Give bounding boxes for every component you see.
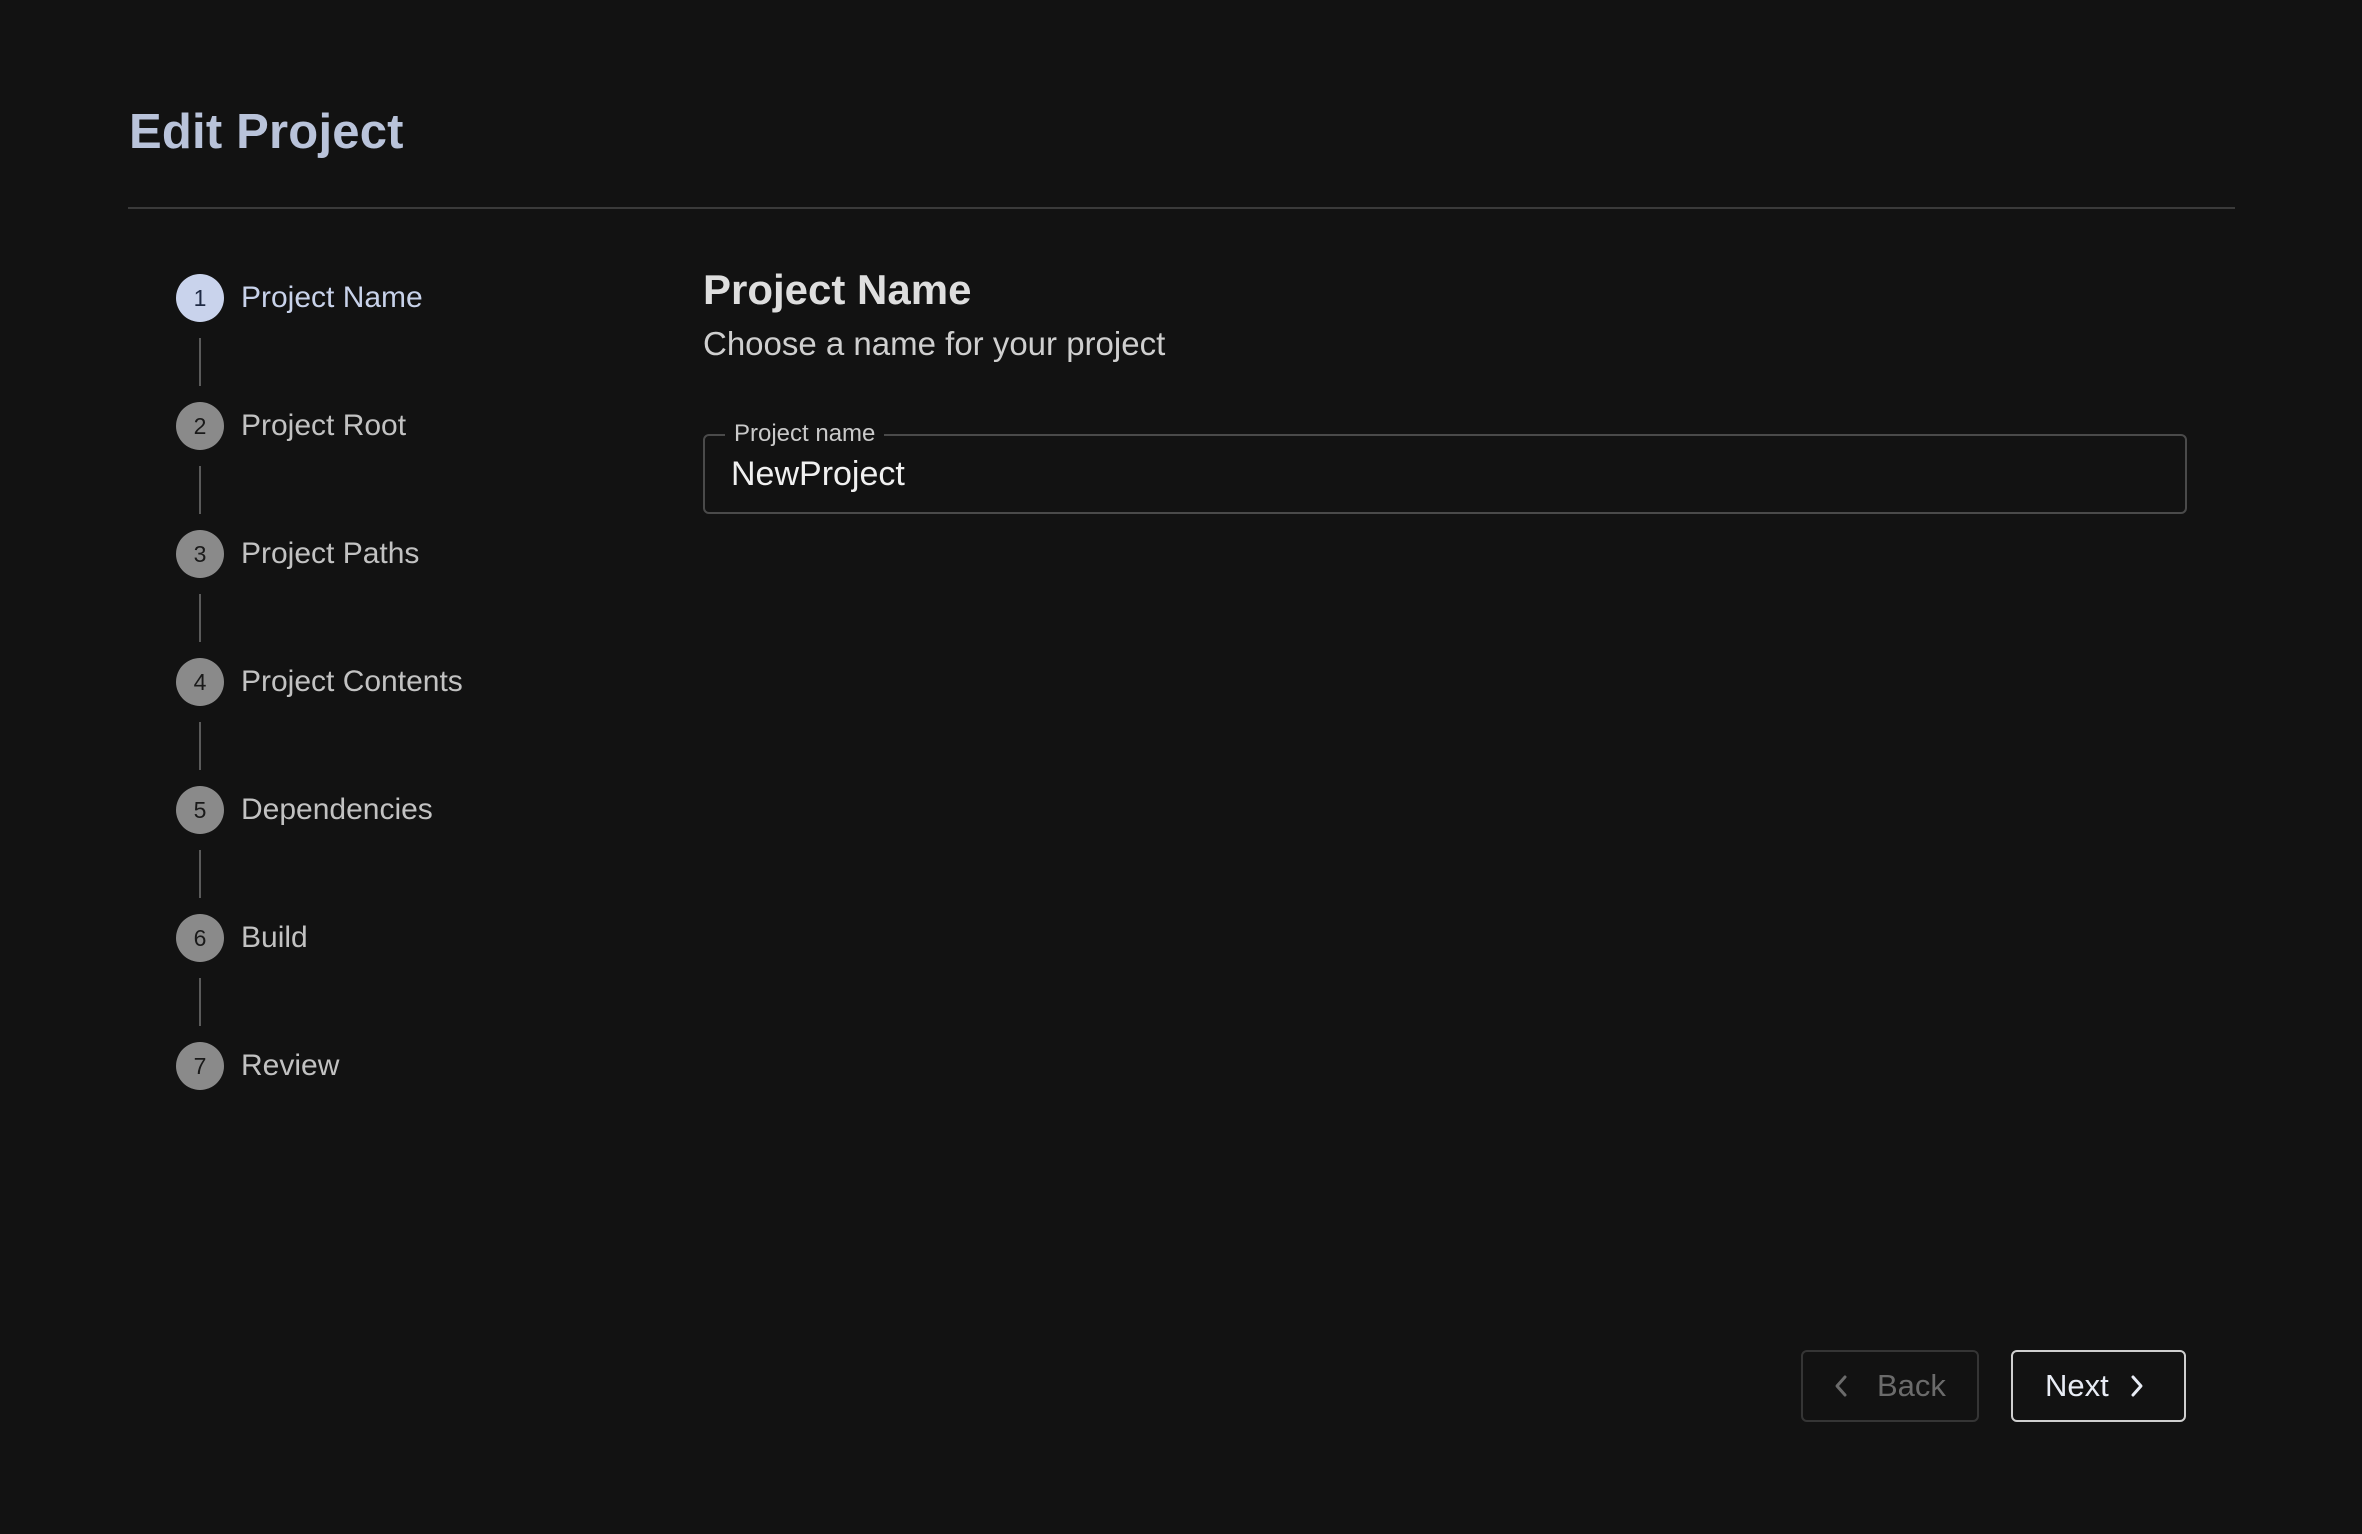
project-name-input[interactable] bbox=[731, 450, 2151, 498]
step-connector bbox=[199, 978, 201, 1026]
next-button[interactable]: Next bbox=[2011, 1350, 2186, 1422]
step-project-paths[interactable]: 3 Project Paths bbox=[176, 530, 419, 578]
step-connector bbox=[199, 466, 201, 514]
step-label: Project Root bbox=[241, 409, 407, 442]
step-number-badge: 3 bbox=[176, 530, 224, 578]
step-label: Project Name bbox=[241, 281, 423, 314]
step-connector bbox=[199, 594, 201, 642]
edit-project-page: Edit Project 1 Project Name 2 Project Ro… bbox=[0, 0, 2362, 1534]
step-project-contents[interactable]: 4 Project Contents bbox=[176, 658, 463, 706]
step-connector bbox=[199, 850, 201, 898]
chevron-right-icon bbox=[2129, 1374, 2145, 1398]
step-label: Project Contents bbox=[241, 665, 463, 698]
step-number-badge: 6 bbox=[176, 914, 224, 962]
next-button-label: Next bbox=[2045, 1368, 2109, 1403]
step-connector bbox=[199, 338, 201, 386]
project-name-label: Project name bbox=[725, 419, 885, 449]
step-build[interactable]: 6 Build bbox=[176, 914, 308, 962]
step-number-badge: 7 bbox=[176, 1042, 224, 1090]
step-number-badge: 1 bbox=[176, 274, 224, 322]
step-review[interactable]: 7 Review bbox=[176, 1042, 339, 1090]
step-label: Review bbox=[241, 1049, 340, 1082]
step-dependencies[interactable]: 5 Dependencies bbox=[176, 786, 433, 834]
project-name-field: Project name bbox=[703, 419, 2187, 514]
step-label: Project Paths bbox=[241, 537, 420, 570]
section-subtitle: Choose a name for your project bbox=[703, 325, 1166, 362]
step-number-badge: 2 bbox=[176, 402, 224, 450]
step-project-root[interactable]: 2 Project Root bbox=[176, 402, 406, 450]
back-button-label: Back bbox=[1877, 1368, 1946, 1403]
back-button[interactable]: Back bbox=[1801, 1350, 1979, 1422]
step-label: Build bbox=[241, 921, 308, 954]
chevron-left-icon bbox=[1833, 1374, 1849, 1398]
step-number-badge: 4 bbox=[176, 658, 224, 706]
step-project-name[interactable]: 1 Project Name bbox=[176, 274, 423, 322]
step-label: Dependencies bbox=[241, 793, 433, 826]
header-divider bbox=[128, 207, 2235, 209]
section-title: Project Name bbox=[703, 266, 972, 313]
page-title: Edit Project bbox=[129, 105, 404, 159]
step-number-badge: 5 bbox=[176, 786, 224, 834]
step-connector bbox=[199, 722, 201, 770]
